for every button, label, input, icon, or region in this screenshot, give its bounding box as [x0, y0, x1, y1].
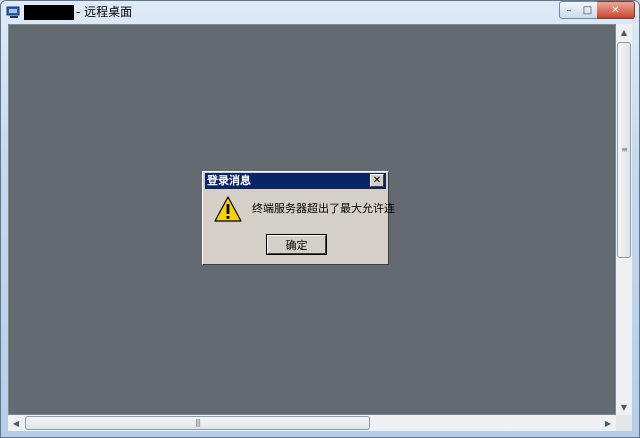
redacted-host-name	[24, 5, 74, 20]
maximize-button[interactable]: □	[578, 1, 598, 19]
warning-icon	[214, 196, 242, 222]
arrow-left-icon: ◀	[12, 418, 20, 428]
ok-button[interactable]: 确定	[266, 234, 327, 255]
arrow-right-icon: ▶	[604, 418, 612, 428]
close-button[interactable]: ✕	[597, 1, 635, 19]
dialog-title: 登录消息	[207, 174, 251, 187]
scroll-up-button[interactable]: ▲	[616, 24, 632, 40]
scroll-down-button[interactable]: ▼	[616, 399, 632, 415]
vertical-scroll-thumb[interactable]: ≡	[617, 42, 631, 258]
dialog-message: 终端服务器超出了最大允许连	[252, 202, 395, 215]
window-title: - 远程桌面	[76, 5, 133, 19]
remote-desktop-app-icon[interactable]	[6, 6, 22, 19]
dialog-close-button[interactable]: ✕	[370, 174, 384, 187]
scrollbar-corner	[616, 415, 632, 431]
close-icon: ✕	[611, 4, 620, 16]
maximize-icon: □	[582, 4, 593, 16]
minimize-button[interactable]: –	[559, 1, 579, 19]
close-icon: ✕	[372, 174, 382, 186]
minimize-icon: –	[566, 4, 572, 16]
horizontal-scroll-thumb[interactable]: |||	[25, 416, 370, 430]
arrow-up-icon: ▲	[620, 27, 628, 37]
arrow-down-icon: ▼	[620, 402, 628, 412]
grip-icon: ≡	[621, 145, 628, 154]
scroll-right-button[interactable]: ▶	[600, 415, 616, 431]
scroll-left-button[interactable]: ◀	[8, 415, 24, 431]
grip-icon: |||	[194, 418, 201, 427]
